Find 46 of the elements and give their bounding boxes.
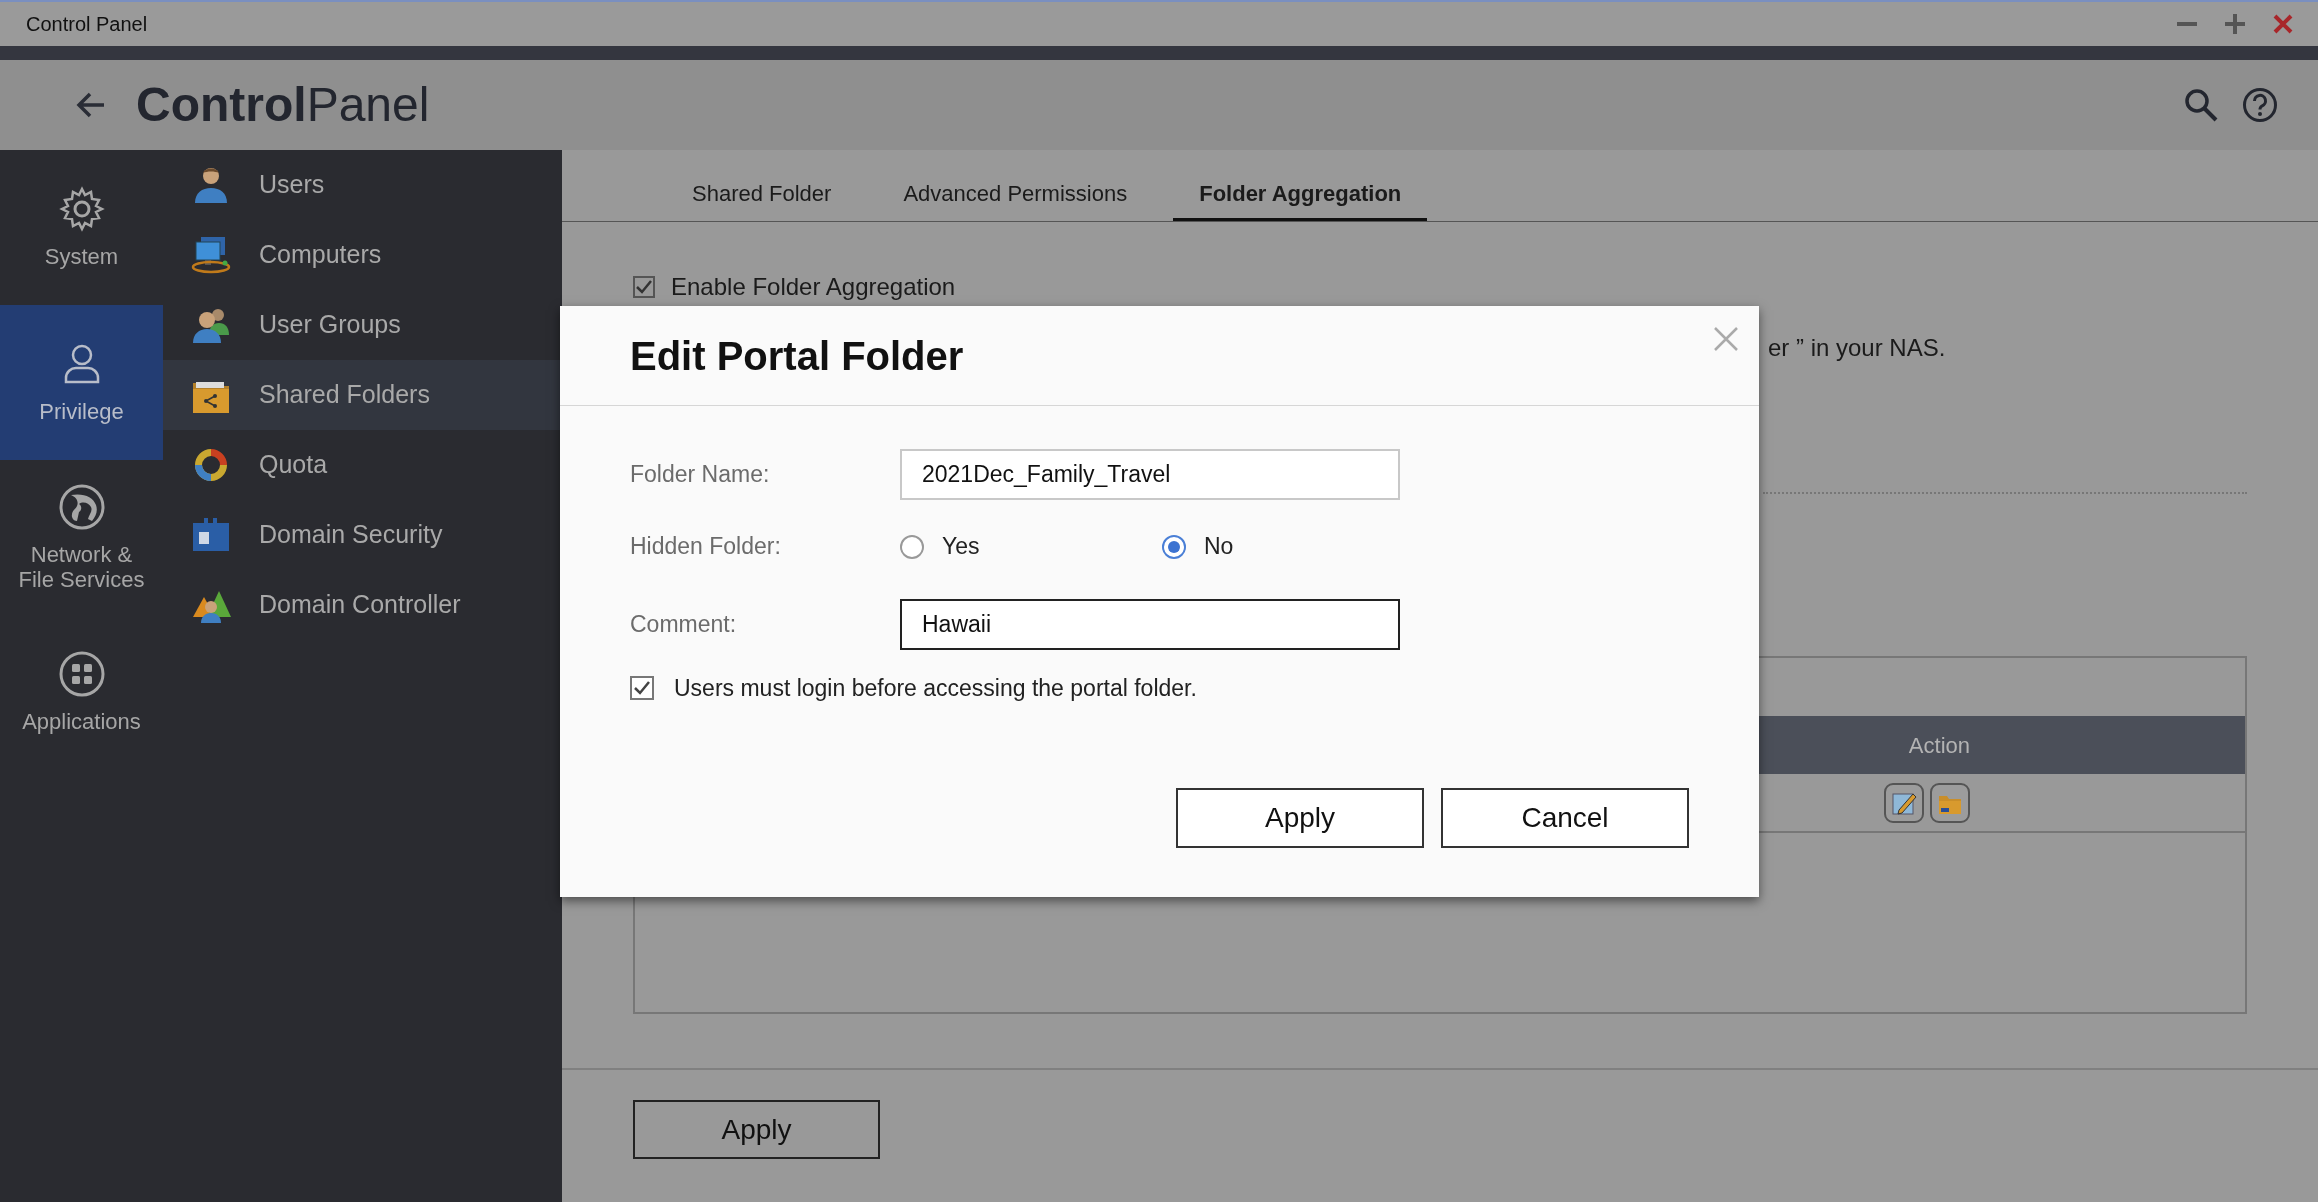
- close-icon: [2273, 14, 2293, 34]
- help-button[interactable]: [2242, 87, 2278, 123]
- category-item[interactable]: Applications: [0, 615, 163, 770]
- field-label: Comment:: [630, 610, 738, 640]
- edit-button[interactable]: [1884, 782, 1924, 823]
- menu-item[interactable]: User Groups: [163, 290, 562, 360]
- field-label: Hidden Folder:: [630, 532, 782, 562]
- app-title: ControlPanel: [136, 77, 430, 133]
- input-field[interactable]: Hawaii: [900, 599, 1400, 650]
- checkbox-label: Users must login before accessing the portal folder.: [674, 674, 1197, 703]
- folder-button[interactable]: [1930, 782, 1970, 823]
- apply-button[interactable]: Apply: [1176, 787, 1424, 848]
- apply-button[interactable]: Apply: [633, 1100, 880, 1160]
- menu-item[interactable]: Users: [163, 150, 562, 220]
- cancel-button[interactable]: Cancel: [1441, 787, 1689, 848]
- column-header: Action: [1908, 731, 1970, 760]
- category-item[interactable]: Network & File Services: [0, 460, 163, 615]
- search-icon: [2184, 88, 2218, 122]
- check-icon: [634, 681, 650, 696]
- checkbox[interactable]: [633, 276, 655, 299]
- tab[interactable]: Shared Folder: [666, 177, 858, 221]
- dialog-title: Edit Portal Folder: [630, 332, 964, 380]
- search-button[interactable]: [2184, 88, 2218, 122]
- input-field[interactable]: 2021Dec_Family_Travel: [900, 449, 1400, 500]
- menu-item[interactable]: Shared Folders: [163, 360, 562, 430]
- back-arrow-icon: [76, 91, 106, 119]
- radio-option[interactable]: Yes: [900, 529, 1162, 564]
- menu-item[interactable]: Computers: [163, 220, 562, 290]
- checkbox-label: Enable Folder Aggregation: [671, 274, 956, 301]
- minimize-icon: [2177, 22, 2197, 26]
- description-text: er ” in your NAS.: [1768, 333, 1946, 364]
- help-icon: [2242, 87, 2278, 123]
- tab[interactable]: Advanced Permissions: [877, 177, 1154, 221]
- computer-icon: [191, 235, 231, 275]
- window-title: Control Panel: [26, 12, 148, 37]
- gear-icon: [57, 185, 106, 234]
- check-icon: [636, 280, 652, 295]
- checkbox[interactable]: [630, 676, 654, 701]
- apps-icon: [57, 650, 106, 699]
- plus-icon: [2225, 14, 2245, 34]
- tab[interactable]: Folder Aggregation: [1173, 177, 1428, 221]
- field-label: Folder Name:: [630, 460, 771, 490]
- category-item[interactable]: Privilege: [0, 305, 163, 460]
- category-item[interactable]: System: [0, 150, 163, 305]
- back-button[interactable]: [76, 91, 106, 119]
- radio-option[interactable]: No: [1162, 529, 1424, 564]
